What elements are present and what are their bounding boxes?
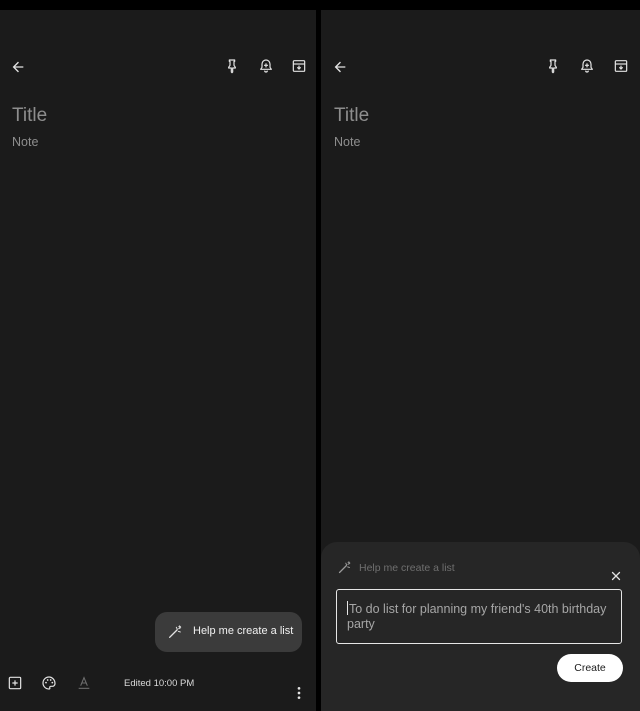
- text-format-icon[interactable]: [76, 675, 92, 691]
- note-editor-right: Title Note Help me create a list To do l…: [321, 10, 640, 711]
- reminder-bell-icon[interactable]: [258, 58, 274, 74]
- more-options-icon[interactable]: [291, 685, 307, 701]
- note-field[interactable]: Note: [334, 135, 360, 149]
- pin-icon[interactable]: [224, 58, 240, 74]
- note-editor-left: Title Note Help me create a list Edited …: [0, 10, 316, 711]
- back-arrow-icon[interactable]: [332, 59, 348, 75]
- status-bar-strip: [0, 0, 640, 10]
- edited-timestamp: Edited 10:00 PM: [124, 678, 195, 689]
- prompt-text: To do list for planning my friend's 40th…: [347, 602, 607, 631]
- chip-label: Help me create a list: [193, 625, 294, 637]
- text-caret: [347, 601, 348, 615]
- magic-wand-icon: [337, 560, 352, 575]
- close-icon[interactable]: [610, 570, 622, 582]
- help-me-create-list-chip[interactable]: Help me create a list: [155, 612, 302, 652]
- title-field[interactable]: Title: [334, 105, 369, 127]
- help-me-create-list-sheet: Help me create a list To do list for pla…: [321, 542, 640, 711]
- note-field[interactable]: Note: [12, 135, 38, 149]
- title-field[interactable]: Title: [12, 105, 47, 127]
- palette-icon[interactable]: [41, 675, 57, 691]
- reminder-bell-icon[interactable]: [579, 58, 595, 74]
- back-arrow-icon[interactable]: [10, 59, 26, 75]
- sheet-header-label: Help me create a list: [359, 562, 455, 574]
- archive-icon[interactable]: [291, 58, 307, 74]
- pin-icon[interactable]: [545, 58, 561, 74]
- archive-icon[interactable]: [613, 58, 629, 74]
- add-box-icon[interactable]: [7, 675, 23, 691]
- create-button[interactable]: Create: [557, 654, 623, 682]
- list-prompt-input[interactable]: To do list for planning my friend's 40th…: [336, 589, 622, 644]
- magic-wand-icon: [167, 624, 183, 640]
